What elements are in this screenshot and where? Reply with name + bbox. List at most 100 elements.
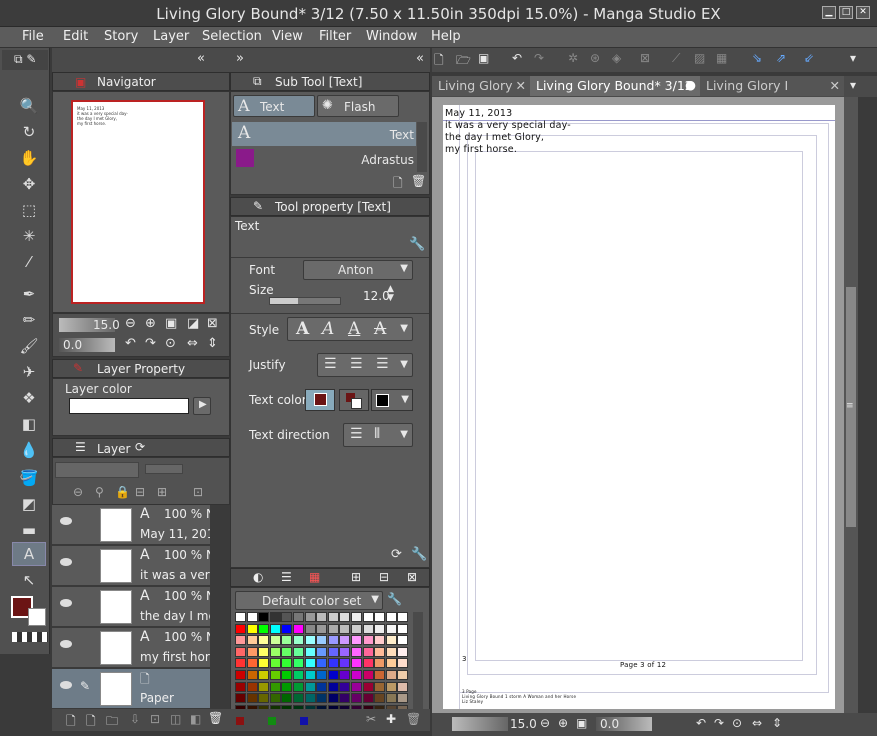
color-swatch[interactable] [293, 635, 304, 646]
ruler-command-icon[interactable]: ⟋ [672, 51, 680, 66]
color-swatch[interactable] [339, 658, 351, 669]
layer-row-selected[interactable]: ✎ 🗋 Paper [52, 669, 210, 709]
colorset-cut-icon[interactable]: ✂ [366, 712, 376, 726]
property-settings-icon[interactable]: 🔧 [411, 547, 427, 562]
transparent-color-swatch[interactable] [12, 632, 48, 642]
color-swatch[interactable] [304, 670, 316, 680]
strikethrough-icon[interactable]: A [374, 319, 386, 339]
subtool-tab[interactable]: Sub Tool [Text] [275, 75, 362, 89]
mask-icon[interactable]: ⊞ [157, 485, 167, 499]
visibility-eye-icon[interactable] [60, 599, 72, 607]
color-swatch[interactable] [316, 635, 328, 646]
color-swatch[interactable] [258, 693, 270, 704]
scale-icon[interactable]: ⊠ [640, 51, 650, 65]
rotate-tool-icon[interactable]: ↻ [12, 120, 46, 144]
color-swatch[interactable] [269, 646, 281, 657]
color-swatch[interactable] [374, 623, 386, 634]
layer-property-tab[interactable]: Layer Property [97, 362, 185, 376]
sub-color-swatch[interactable] [28, 608, 46, 626]
status-zoom-slider[interactable] [452, 717, 508, 731]
color-swatch[interactable] [397, 658, 409, 669]
color-swatch[interactable] [327, 612, 339, 622]
colorset-delete-icon[interactable]: 🗑 [406, 712, 421, 726]
move-tool-icon[interactable]: ✥ [12, 172, 46, 196]
color-swatch[interactable] [293, 623, 304, 634]
color-swatch[interactable] [339, 646, 351, 657]
color-swatch[interactable] [235, 658, 246, 669]
color-swatch[interactable] [293, 670, 304, 680]
flip-v-icon[interactable]: ⇕ [207, 336, 218, 351]
reset-icon[interactable]: ⟳ [391, 547, 402, 562]
color-swatch[interactable] [235, 623, 246, 634]
color-swatch[interactable] [269, 623, 281, 634]
subtool-group-text[interactable]: A Text [233, 95, 315, 117]
color-swatch[interactable] [304, 646, 316, 657]
color-swatch[interactable] [281, 670, 293, 680]
eraser-icon[interactable]: ◧ [12, 412, 46, 436]
layer-row[interactable]: A 100 % N it was a very s [52, 546, 210, 586]
color-swatch[interactable] [385, 612, 397, 622]
color-swatch[interactable] [339, 670, 351, 680]
status-flip-v-icon[interactable]: ⇕ [772, 716, 782, 730]
subtool-item-text[interactable]: A Text [232, 122, 416, 146]
eyedropper-icon[interactable]: ⁄ [12, 250, 46, 274]
pencil-tool-icon[interactable]: ✏ [12, 308, 46, 332]
gradient-icon[interactable]: ◩ [12, 492, 46, 516]
text-direction-buttons[interactable]: ☰ ⦀ ▼ [343, 423, 413, 447]
tab-living-glory[interactable]: Living Glory ✕ [432, 76, 530, 96]
status-rotate-left-icon[interactable]: ↶ [696, 716, 706, 730]
align-right-icon[interactable]: ☰ [376, 356, 389, 372]
rotate-right-icon[interactable]: ↷ [145, 336, 156, 351]
layer-row[interactable]: A 100 % N May 11, 2013 [52, 505, 210, 545]
color-swatch[interactable] [397, 635, 409, 646]
reset-rotate-icon[interactable]: ⊙ [165, 336, 176, 351]
color-swatch[interactable] [397, 646, 409, 657]
color-swatch[interactable] [385, 681, 397, 692]
subtool-item-adrastus[interactable]: Adrastus [232, 147, 416, 171]
color-swatch[interactable] [304, 693, 316, 704]
tab-scroll-icon[interactable]: ▾ [850, 78, 856, 92]
color-swatch[interactable] [246, 623, 258, 634]
color-swatch[interactable] [293, 681, 304, 692]
color-swatch[interactable] [269, 612, 281, 622]
color-swatch-grid[interactable] [235, 612, 413, 718]
color-swatch[interactable] [339, 635, 351, 646]
color-swatch[interactable] [316, 658, 328, 669]
status-reset-icon[interactable]: ⊙ [732, 716, 742, 730]
vertical-scrollbar[interactable]: ≡ [844, 97, 858, 713]
text-color-sub-button[interactable] [339, 389, 369, 411]
ruler-icon[interactable]: ▬ [12, 518, 46, 542]
perspective-icon[interactable]: ▨ [694, 51, 705, 65]
color-swatch[interactable] [362, 612, 374, 622]
color-swatch[interactable] [362, 635, 374, 646]
color-swatch[interactable] [397, 670, 409, 680]
color-swatch[interactable] [374, 612, 386, 622]
justify-buttons[interactable]: ☰ ☰ ☰ ▼ [317, 353, 413, 377]
color-swatch[interactable] [316, 681, 328, 692]
flip-icon[interactable]: ⊠ [207, 316, 218, 331]
visibility-eye-icon[interactable] [60, 681, 72, 689]
layer-apply-icon[interactable]: ◧ [190, 712, 201, 726]
color-swatch[interactable] [258, 658, 270, 669]
new-file-icon[interactable]: 🗋 [434, 51, 444, 72]
color-history-tab-icon[interactable]: ⊞ [351, 570, 361, 584]
layer-color-field[interactable] [69, 398, 189, 414]
color-swatch[interactable] [304, 658, 316, 669]
color-swatch[interactable] [397, 623, 409, 634]
bold-icon[interactable]: A [296, 319, 309, 339]
color-set-tab-icon[interactable]: ▦ [309, 570, 320, 584]
color-swatch[interactable] [258, 646, 270, 657]
color-swatch[interactable] [351, 623, 362, 634]
color-swatch[interactable] [235, 612, 246, 622]
color-swatch[interactable] [374, 693, 386, 704]
color-swatch[interactable] [258, 635, 270, 646]
color-swatch[interactable] [362, 658, 374, 669]
brush-tool-icon[interactable]: 🖌 [12, 334, 46, 358]
fill-command-icon[interactable]: ⊛ [590, 51, 600, 65]
zoom-in-icon[interactable]: ⊕ [145, 316, 156, 331]
menu-help[interactable]: Help [431, 29, 461, 44]
horizontal-text-icon[interactable]: ☰ [350, 426, 363, 442]
color-swatch[interactable] [374, 658, 386, 669]
vertical-text-icon[interactable]: ⦀ [374, 426, 380, 442]
visibility-eye-icon[interactable] [60, 640, 72, 648]
